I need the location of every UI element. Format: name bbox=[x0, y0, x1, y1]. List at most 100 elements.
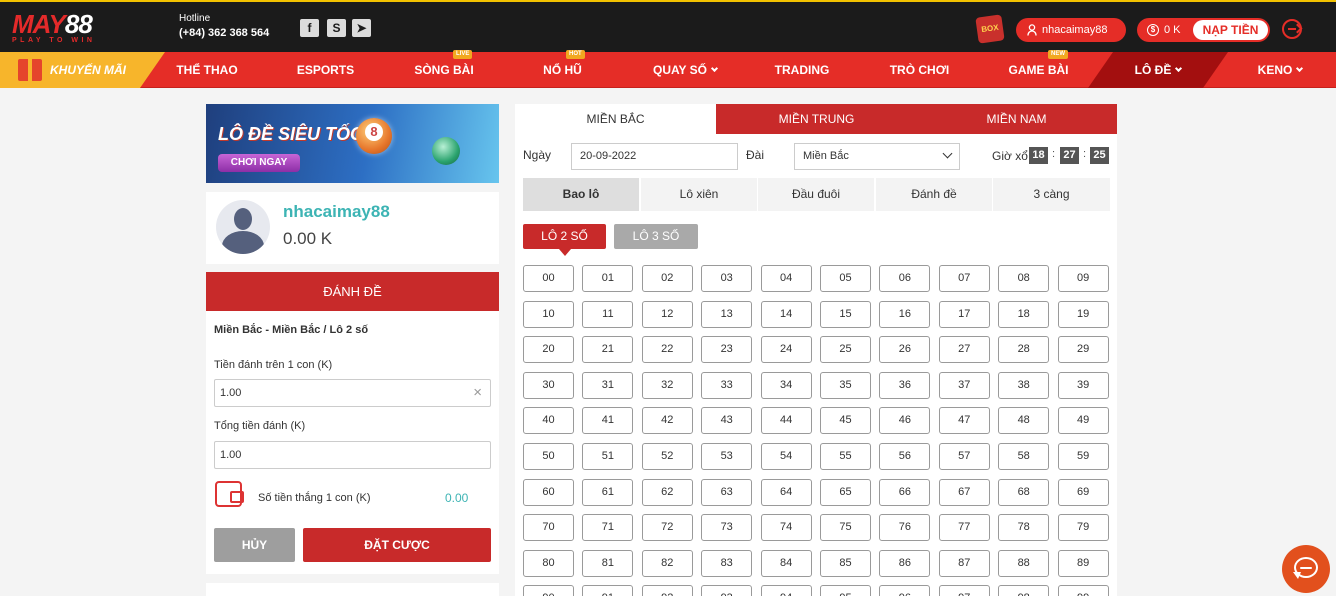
number-cell[interactable]: 00 bbox=[523, 265, 574, 292]
number-cell[interactable]: 47 bbox=[938, 407, 990, 435]
number-cell[interactable]: 17 bbox=[938, 300, 990, 328]
logo[interactable]: MAY88 PLAY TO WIN bbox=[12, 11, 132, 45]
place-bet-button[interactable]: ĐẶT CƯỢC bbox=[303, 528, 491, 562]
number-cell[interactable]: 93 bbox=[701, 585, 753, 596]
number-cell[interactable]: 26 bbox=[879, 336, 931, 364]
nav-item-quay-so[interactable]: QUAY SỐ bbox=[635, 52, 735, 88]
number-cell[interactable]: 21 bbox=[582, 336, 634, 364]
cancel-button[interactable]: HỦY bbox=[214, 528, 295, 562]
number-cell[interactable]: 31 bbox=[582, 371, 634, 399]
number-cell[interactable]: 84 bbox=[760, 549, 812, 577]
number-cell[interactable]: 09 bbox=[1057, 265, 1109, 292]
number-cell[interactable]: 67 bbox=[938, 478, 990, 506]
number-cell[interactable]: 27 bbox=[938, 336, 990, 364]
number-cell[interactable]: 57 bbox=[938, 443, 990, 470]
number-cell[interactable]: 41 bbox=[582, 407, 634, 435]
number-cell[interactable]: 18 bbox=[998, 300, 1050, 328]
nav-item-no-hu[interactable]: NỔ HŨ HOT bbox=[520, 50, 605, 88]
logout-icon[interactable] bbox=[1282, 19, 1302, 39]
number-cell[interactable]: 20 bbox=[523, 336, 574, 364]
number-cell[interactable]: 76 bbox=[879, 514, 931, 542]
number-cell[interactable]: 87 bbox=[938, 549, 990, 577]
number-cell[interactable]: 80 bbox=[523, 549, 574, 577]
number-cell[interactable]: 88 bbox=[998, 549, 1050, 577]
number-cell[interactable]: 46 bbox=[879, 407, 931, 435]
number-cell[interactable]: 64 bbox=[760, 478, 812, 506]
number-cell[interactable]: 07 bbox=[938, 265, 990, 292]
play-now-button[interactable]: CHƠI NGAY bbox=[218, 154, 300, 172]
number-cell[interactable]: 15 bbox=[820, 300, 871, 328]
number-cell[interactable]: 48 bbox=[998, 407, 1050, 435]
number-cell[interactable]: 74 bbox=[760, 514, 812, 542]
number-cell[interactable]: 61 bbox=[582, 478, 634, 506]
number-cell[interactable]: 35 bbox=[820, 371, 871, 399]
number-cell[interactable]: 60 bbox=[523, 478, 574, 506]
lo-3-so-button[interactable]: LÔ 3 SỐ bbox=[614, 224, 698, 249]
telegram-icon[interactable]: ➤ bbox=[352, 19, 371, 37]
number-cell[interactable]: 58 bbox=[998, 443, 1050, 470]
number-cell[interactable]: 39 bbox=[1057, 371, 1109, 399]
tab-bao-lo[interactable]: Bao lô bbox=[523, 178, 639, 211]
number-cell[interactable]: 72 bbox=[641, 514, 693, 542]
number-cell[interactable]: 49 bbox=[1057, 407, 1109, 435]
number-cell[interactable]: 04 bbox=[760, 265, 812, 292]
number-cell[interactable]: 38 bbox=[998, 371, 1050, 399]
number-cell[interactable]: 79 bbox=[1057, 514, 1109, 542]
number-cell[interactable]: 13 bbox=[701, 300, 753, 328]
number-cell[interactable]: 77 bbox=[938, 514, 990, 542]
promo-tab[interactable]: KHUYẾN MÃI bbox=[0, 52, 165, 88]
deposit-button[interactable]: NẠP TIỀN bbox=[1193, 20, 1268, 40]
number-cell[interactable]: 91 bbox=[582, 585, 634, 596]
number-cell[interactable]: 01 bbox=[582, 265, 634, 292]
nav-item-tro-choi[interactable]: TRÒ CHƠI bbox=[876, 52, 963, 88]
tab-lo-xien[interactable]: Lô xiên bbox=[641, 178, 757, 211]
number-cell[interactable]: 95 bbox=[820, 585, 871, 596]
number-cell[interactable]: 92 bbox=[641, 585, 693, 596]
number-cell[interactable]: 25 bbox=[820, 336, 871, 364]
nav-item-keno[interactable]: KENO bbox=[1240, 52, 1320, 88]
number-cell[interactable]: 16 bbox=[879, 300, 931, 328]
number-cell[interactable]: 71 bbox=[582, 514, 634, 542]
number-cell[interactable]: 85 bbox=[820, 549, 871, 577]
number-cell[interactable]: 66 bbox=[879, 478, 931, 506]
number-cell[interactable]: 86 bbox=[879, 549, 931, 577]
number-cell[interactable]: 28 bbox=[998, 336, 1050, 364]
date-input[interactable]: 20-09-2022 bbox=[571, 143, 738, 170]
number-cell[interactable]: 34 bbox=[760, 371, 812, 399]
number-cell[interactable]: 32 bbox=[641, 371, 693, 399]
lo-2-so-button[interactable]: LÔ 2 SỐ bbox=[523, 224, 606, 256]
number-cell[interactable]: 45 bbox=[820, 407, 871, 435]
number-cell[interactable]: 55 bbox=[820, 443, 871, 470]
number-cell[interactable]: 11 bbox=[582, 300, 634, 328]
number-cell[interactable]: 94 bbox=[760, 585, 812, 596]
number-cell[interactable]: 10 bbox=[523, 300, 574, 328]
nav-item-esports[interactable]: ESPORTS bbox=[283, 52, 368, 88]
number-cell[interactable]: 24 bbox=[760, 336, 812, 364]
number-cell[interactable]: 05 bbox=[820, 265, 871, 292]
number-cell[interactable]: 42 bbox=[641, 407, 693, 435]
clear-icon[interactable]: × bbox=[473, 380, 482, 406]
number-cell[interactable]: 56 bbox=[879, 443, 931, 470]
number-cell[interactable]: 59 bbox=[1057, 443, 1109, 470]
live-chat-button[interactable] bbox=[1282, 545, 1330, 593]
number-cell[interactable]: 50 bbox=[523, 443, 574, 470]
skype-icon[interactable]: S bbox=[327, 19, 346, 37]
nav-item-lo-de[interactable]: LÔ ĐỀ bbox=[1116, 52, 1200, 88]
nav-item-song-bai[interactable]: SÒNG BÀI LIVE bbox=[399, 50, 489, 88]
number-cell[interactable]: 08 bbox=[998, 265, 1050, 292]
number-cell[interactable]: 68 bbox=[998, 478, 1050, 506]
tab-dau-duoi[interactable]: Đầu đuôi bbox=[758, 178, 874, 211]
number-cell[interactable]: 97 bbox=[938, 585, 990, 596]
tab-danh-de[interactable]: Đánh đề bbox=[876, 178, 992, 211]
nav-item-the-thao[interactable]: THỂ THAO bbox=[162, 52, 252, 88]
number-cell[interactable]: 70 bbox=[523, 514, 574, 542]
tab-mien-bac[interactable]: MIỀN BẮC bbox=[515, 104, 716, 134]
number-cell[interactable]: 62 bbox=[641, 478, 693, 506]
number-cell[interactable]: 03 bbox=[701, 265, 753, 292]
number-cell[interactable]: 96 bbox=[879, 585, 931, 596]
number-cell[interactable]: 99 bbox=[1057, 585, 1109, 596]
number-cell[interactable]: 37 bbox=[938, 371, 990, 399]
number-cell[interactable]: 43 bbox=[701, 407, 753, 435]
number-cell[interactable]: 22 bbox=[641, 336, 693, 364]
number-cell[interactable]: 73 bbox=[701, 514, 753, 542]
